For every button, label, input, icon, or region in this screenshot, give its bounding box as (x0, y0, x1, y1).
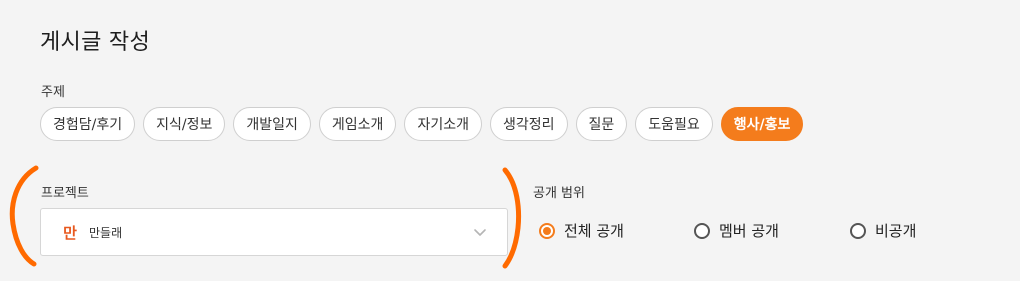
topic-chip-question[interactable]: 질문 (575, 107, 628, 141)
page-title: 게시글 작성 (40, 30, 150, 55)
radio-public[interactable]: 전체 공개 (539, 220, 624, 241)
topic-chip-devlog[interactable]: 개발일지 (233, 107, 311, 141)
radio-public-label: 전체 공개 (564, 222, 624, 240)
radio-circle (694, 222, 710, 239)
topic-chip-thoughts[interactable]: 생각정리 (489, 107, 568, 141)
topic-label: 주제 (41, 85, 65, 100)
topic-chip-game-intro[interactable]: 게임소개 (318, 107, 397, 141)
topic-chips: 경험담/후기 지식/정보 개발일지 게임소개 자기소개 생각정리 질문 도움필요… (40, 107, 804, 141)
annotation-left-paren (9, 165, 39, 267)
annotation-right-paren (502, 167, 522, 269)
project-select[interactable]: 만 만들래 (40, 208, 508, 256)
topic-chip-knowledge[interactable]: 지식/정보 (143, 107, 226, 141)
chevron-down-icon (474, 229, 486, 236)
radio-members-label: 멤버 공개 (719, 222, 779, 240)
topic-chip-event[interactable]: 행사/홍보 (720, 107, 804, 141)
radio-circle (850, 222, 866, 239)
project-label: 프로젝트 (41, 186, 89, 201)
project-logo: 만 (63, 223, 77, 242)
project-selected-name: 만들래 (89, 225, 123, 240)
topic-chip-self-intro[interactable]: 자기소개 (404, 107, 482, 141)
radio-private-label: 비공개 (875, 222, 917, 240)
visibility-label: 공개 범위 (533, 186, 585, 201)
radio-private[interactable]: 비공개 (850, 220, 916, 241)
topic-chip-help[interactable]: 도움필요 (635, 107, 713, 141)
radio-members[interactable]: 멤버 공개 (694, 220, 779, 241)
radio-circle-checked (539, 222, 555, 239)
topic-chip-experience[interactable]: 경험담/후기 (40, 107, 136, 141)
